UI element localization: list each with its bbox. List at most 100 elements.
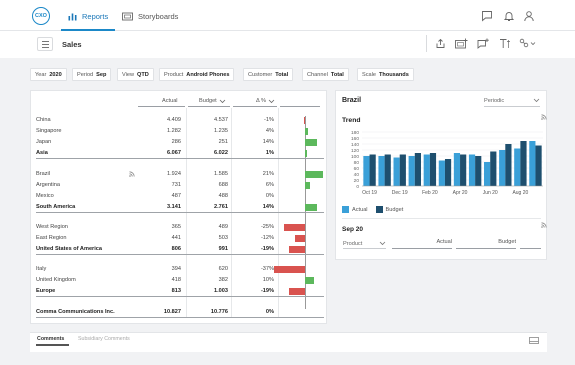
text-tool-button[interactable] — [497, 36, 513, 50]
bar-budget[interactable] — [505, 144, 512, 186]
y-tick-label: 180 — [351, 130, 359, 136]
bar-budget[interactable] — [444, 159, 452, 186]
bar-actual[interactable] — [393, 157, 400, 187]
column-header-delta-label: Δ % — [256, 98, 266, 104]
table-subtotal-row[interactable]: South America 3.141 2.761 14% — [36, 202, 324, 213]
table-subtotal-row[interactable]: Asia 6.067 6.022 1% — [36, 148, 324, 159]
bar-actual[interactable] — [468, 154, 476, 187]
filter-product[interactable]: Product Android Phones — [159, 68, 235, 81]
table-row[interactable]: Japan 286 251 14% — [36, 137, 324, 148]
rss-feed-icon[interactable] — [541, 114, 547, 120]
filter-view[interactable]: View QTD — [117, 68, 154, 81]
variance-bar[interactable] — [273, 266, 305, 273]
app-window: CXO Reports Storyboards Sales Year 2020 P… — [0, 0, 575, 365]
row-actual-value: 286 — [171, 139, 181, 145]
y-tick-label: 60 — [354, 166, 360, 172]
bar-budget[interactable] — [399, 154, 406, 187]
expand-panel-icon[interactable] — [529, 337, 539, 344]
table-row[interactable]: East Region 441 503 -12% — [36, 233, 324, 244]
row-budget-value: 2.761 — [214, 204, 228, 210]
row-delta-percent: 14% — [262, 139, 274, 145]
variance-bar[interactable] — [294, 235, 305, 242]
bar-budget[interactable] — [384, 154, 391, 187]
filter-year[interactable]: Year 2020 — [30, 68, 67, 81]
bar-actual[interactable] — [529, 141, 536, 186]
user-profile-icon[interactable] — [523, 10, 535, 22]
column-header-budget[interactable]: Budget — [199, 98, 226, 104]
variance-bar[interactable] — [305, 139, 317, 146]
period-type-select[interactable]: Periodic — [484, 95, 540, 107]
add-comment-button[interactable] — [475, 36, 491, 50]
rss-feed-icon[interactable] — [541, 222, 547, 228]
bar-actual[interactable] — [363, 156, 370, 186]
table-row[interactable]: West Region 365 489 -25% — [36, 222, 324, 233]
variance-bar[interactable] — [283, 224, 305, 231]
bar-budget[interactable] — [475, 156, 482, 186]
comments-tab-indicator — [36, 344, 69, 346]
share-button[interactable] — [432, 36, 448, 50]
row-actual-value: 806 — [171, 246, 181, 252]
variance-bar[interactable] — [305, 204, 317, 211]
tab-comments[interactable]: Comments — [37, 336, 64, 342]
nav-tab-storyboards[interactable]: Storyboards — [122, 8, 178, 24]
menu-toggle-button[interactable] — [37, 37, 53, 51]
variance-bar[interactable] — [303, 117, 305, 124]
bar-budget[interactable] — [520, 141, 527, 186]
add-to-storyboard-button[interactable] — [453, 36, 469, 50]
chart-legend: Actual Budget — [342, 206, 403, 213]
filter-channel[interactable]: Channel Total — [302, 68, 349, 81]
nav-tab-reports[interactable]: Reports — [68, 8, 108, 24]
sort-chevron-icon — [268, 99, 275, 103]
table-subtotal-row[interactable]: Comma Communications Inc. 10.827 10.776 0% — [36, 307, 324, 318]
comment-add-icon — [477, 38, 489, 49]
more-options-button[interactable] — [518, 36, 538, 50]
row-actual-value: 4.409 — [167, 117, 181, 123]
bar-actual[interactable] — [514, 148, 521, 187]
header-underline-budget — [188, 106, 230, 107]
table-row[interactable]: Singapore 1.282 1.235 4% — [36, 126, 324, 137]
variance-bar[interactable] — [305, 277, 314, 284]
bar-budget[interactable] — [414, 153, 421, 186]
section-divider — [342, 218, 541, 219]
bar-actual[interactable] — [499, 150, 506, 186]
filter-customer[interactable]: Customer Total — [243, 68, 294, 81]
table-row[interactable]: Argentina 731 688 6% — [36, 180, 324, 191]
column-header-delta[interactable]: Δ % — [256, 98, 275, 104]
bar-budget[interactable] — [535, 145, 542, 187]
filter-product-value: Android Phones — [186, 71, 230, 78]
column-header-actual[interactable]: Actual — [162, 98, 178, 104]
table-row[interactable]: Mexico 487 488 0% — [36, 191, 324, 202]
variance-bar[interactable] — [305, 182, 311, 189]
header-underline-bars — [280, 106, 320, 107]
bar-budget[interactable] — [490, 151, 497, 187]
bar-actual[interactable] — [484, 162, 491, 186]
table-subtotal-row[interactable]: Europe 813 1.003 -19% — [36, 286, 324, 297]
variance-bar[interactable] — [305, 150, 307, 157]
bar-actual[interactable] — [378, 156, 385, 186]
bar-budget[interactable] — [429, 153, 437, 186]
table-subtotal-row[interactable]: United States of America 806 991 -19% — [36, 244, 324, 255]
bar-actual[interactable] — [408, 156, 415, 186]
tab-subsidiary-comments[interactable]: Subsidiary Comments — [78, 336, 130, 342]
messages-icon[interactable] — [481, 10, 493, 22]
row-delta-percent: -37% — [260, 266, 274, 272]
product-column-header[interactable]: Product — [343, 239, 386, 249]
bar-budget[interactable] — [460, 154, 467, 187]
bar-actual[interactable] — [453, 153, 461, 186]
cxo-logo[interactable]: CXO — [32, 7, 50, 25]
row-delta-percent: 0% — [265, 193, 274, 199]
filter-scale[interactable]: Scale Thousands — [357, 68, 414, 81]
variance-bar[interactable] — [305, 171, 323, 178]
rss-feed-icon[interactable] — [129, 171, 135, 177]
variance-bar[interactable] — [288, 246, 305, 253]
table-row[interactable]: Brazil 1.924 1.585 21% — [36, 169, 324, 180]
notifications-bell-icon[interactable] — [503, 10, 515, 22]
filter-period[interactable]: Period Sep — [72, 68, 112, 81]
table-row[interactable]: United Kingdom 418 382 10% — [36, 275, 324, 286]
variance-bar[interactable] — [305, 128, 309, 135]
bar-actual[interactable] — [423, 154, 430, 187]
table-row[interactable]: China 4.409 4.537 -1% — [36, 115, 324, 126]
bar-budget[interactable] — [369, 154, 376, 187]
bar-actual[interactable] — [438, 160, 445, 187]
variance-bar[interactable] — [288, 288, 305, 295]
